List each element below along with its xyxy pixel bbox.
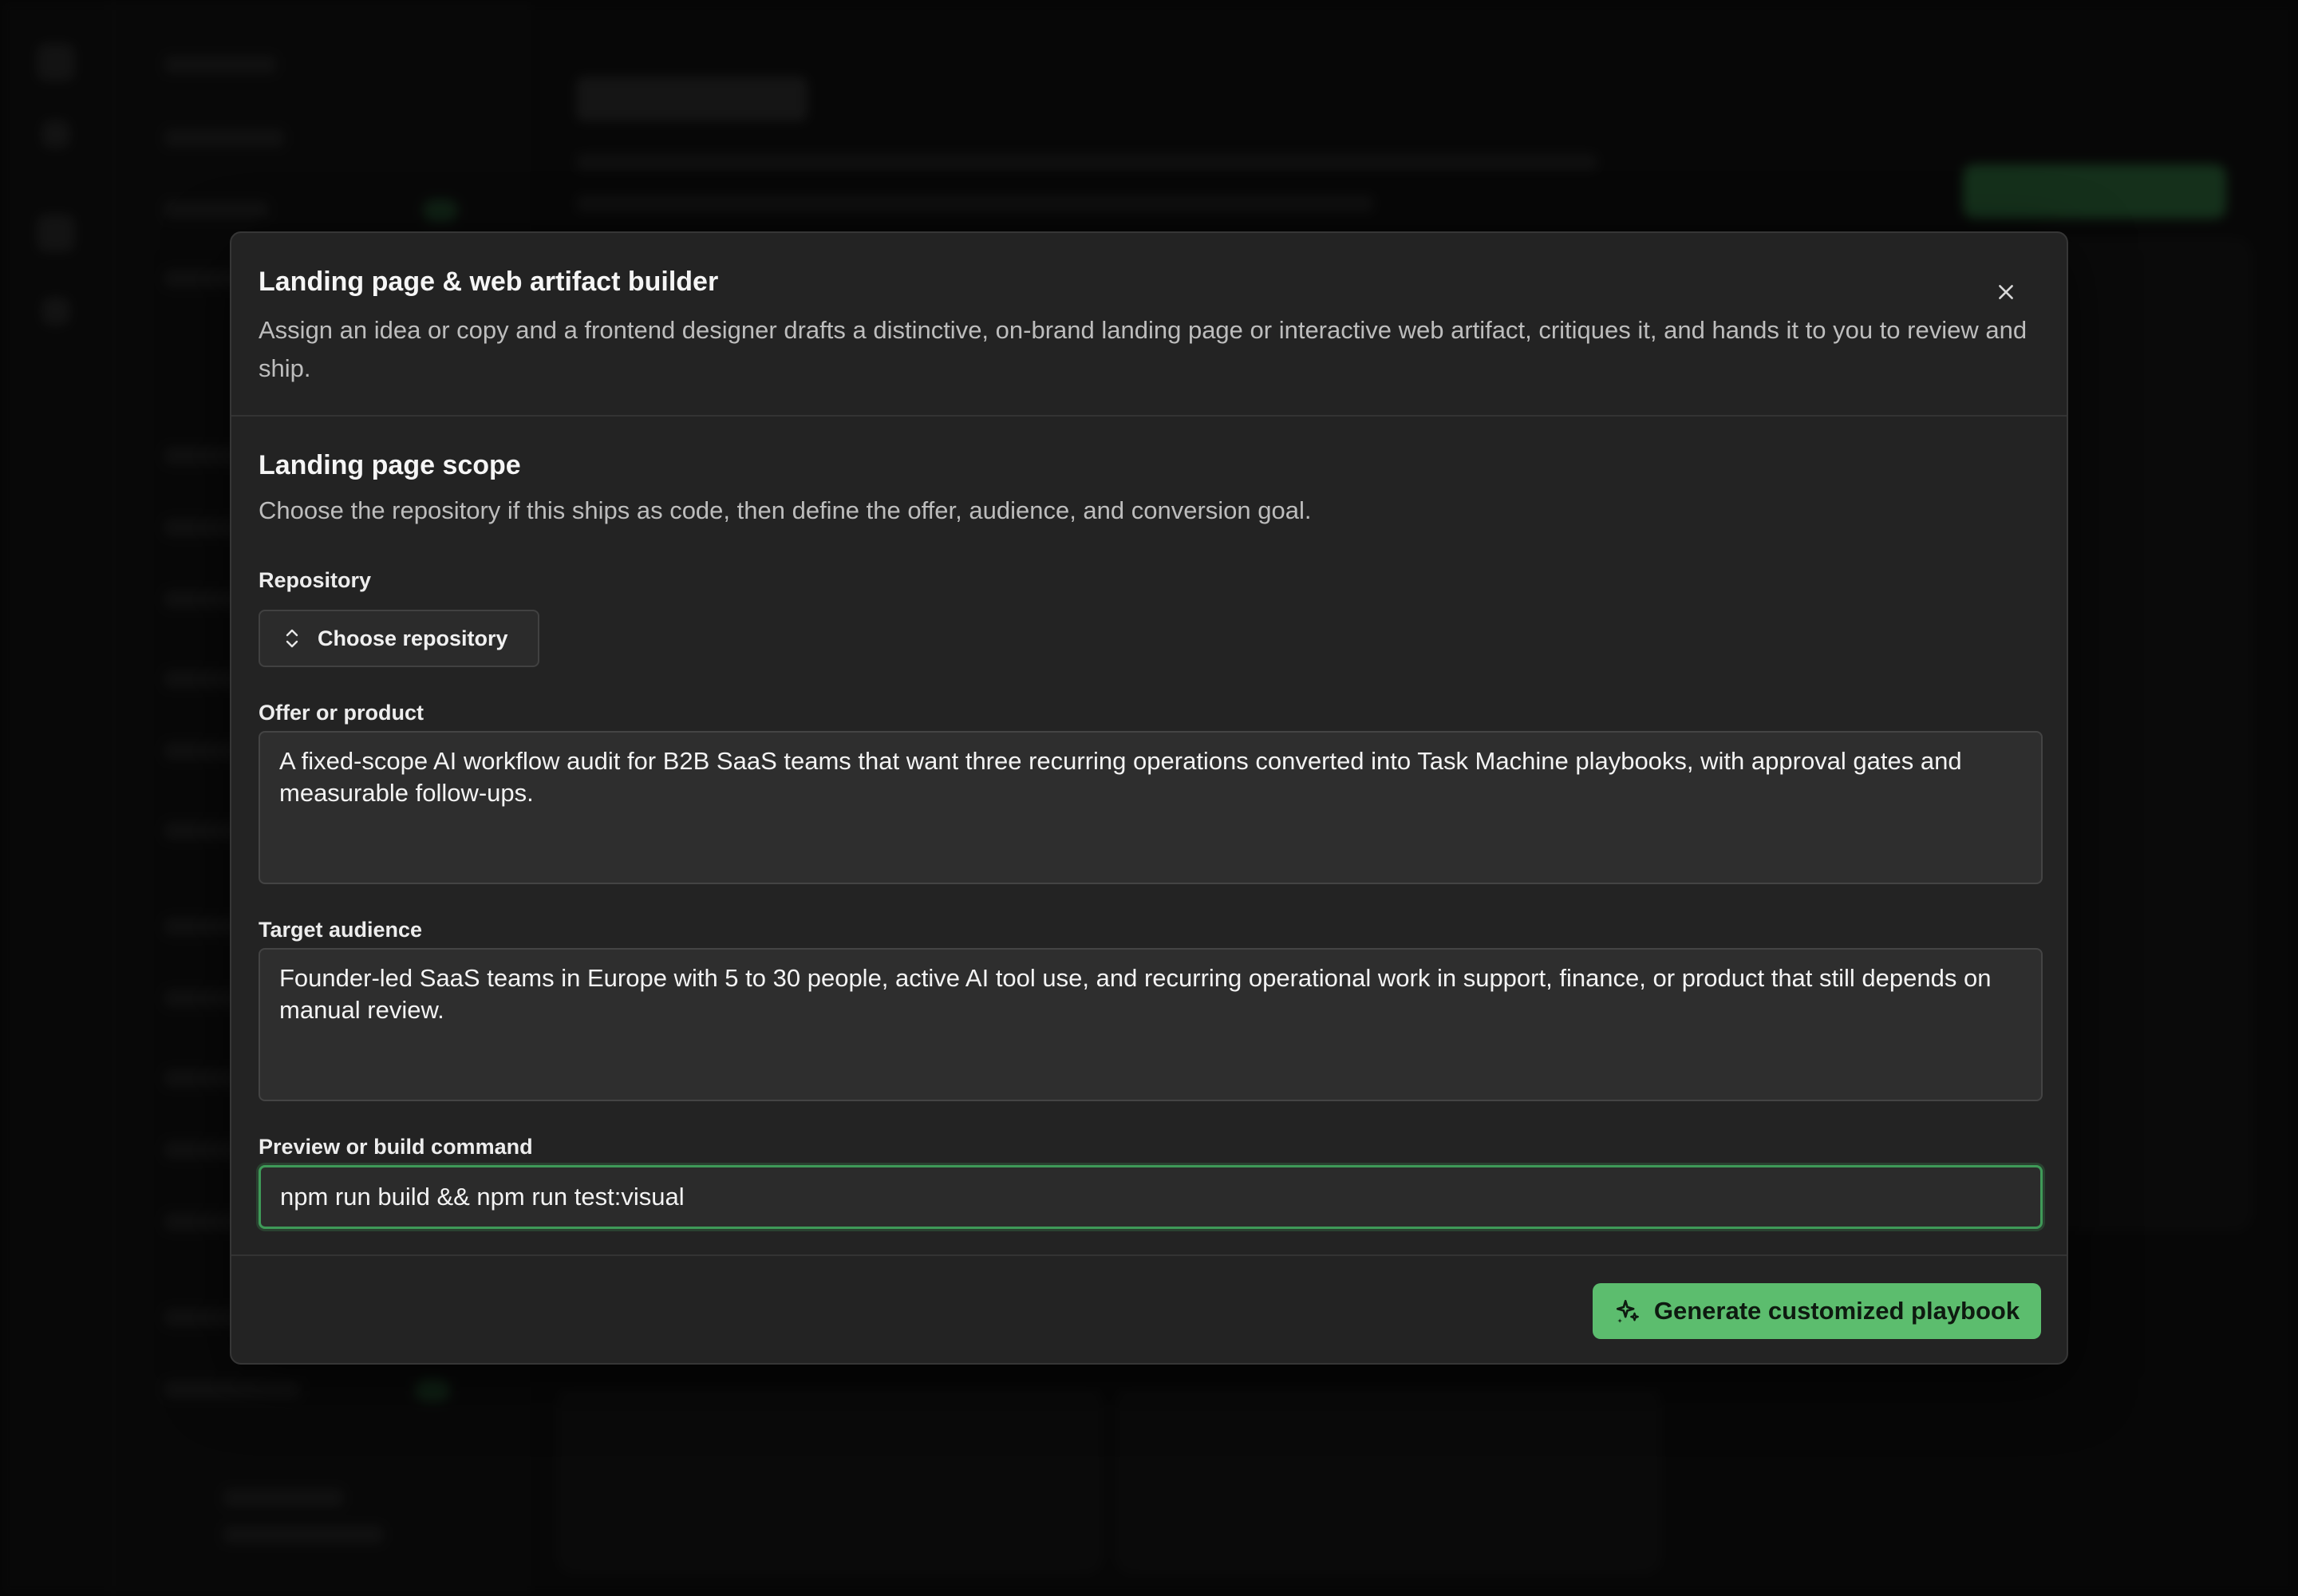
audience-label: Target audience <box>259 918 423 942</box>
choose-repository-button[interactable]: Choose repository <box>259 610 539 667</box>
repository-label: Repository <box>259 568 372 592</box>
section-title: Landing page scope <box>259 450 521 480</box>
choose-repository-label: Choose repository <box>318 626 508 650</box>
chevron-up-down-icon <box>286 629 298 648</box>
dialog-title: Landing page & web artifact builder <box>259 267 719 297</box>
audience-textarea[interactable]: Founder-led SaaS teams in Europe with 5 … <box>259 948 2043 1101</box>
playbook-dialog: Landing page & web artifact builder Assi… <box>230 231 2068 1365</box>
sparkles-icon <box>1616 1299 1639 1323</box>
command-label: Preview or build command <box>259 1135 533 1159</box>
dialog-footer: Generate customized playbook <box>231 1254 2067 1366</box>
close-button[interactable] <box>1984 270 2028 314</box>
build-command-input[interactable] <box>259 1165 2043 1229</box>
generate-playbook-button[interactable]: Generate customized playbook <box>1593 1283 2041 1339</box>
section-description: Choose the repository if this ships as c… <box>259 496 1312 524</box>
dialog-header: Landing page & web artifact builder Assi… <box>231 233 2067 417</box>
close-icon <box>1999 285 2013 299</box>
offer-label: Offer or product <box>259 701 424 725</box>
dialog-description: Assign an idea or copy and a frontend de… <box>259 316 2028 382</box>
generate-playbook-label: Generate customized playbook <box>1653 1297 2020 1325</box>
offer-textarea[interactable]: A fixed-scope AI workflow audit for B2B … <box>259 731 2043 884</box>
